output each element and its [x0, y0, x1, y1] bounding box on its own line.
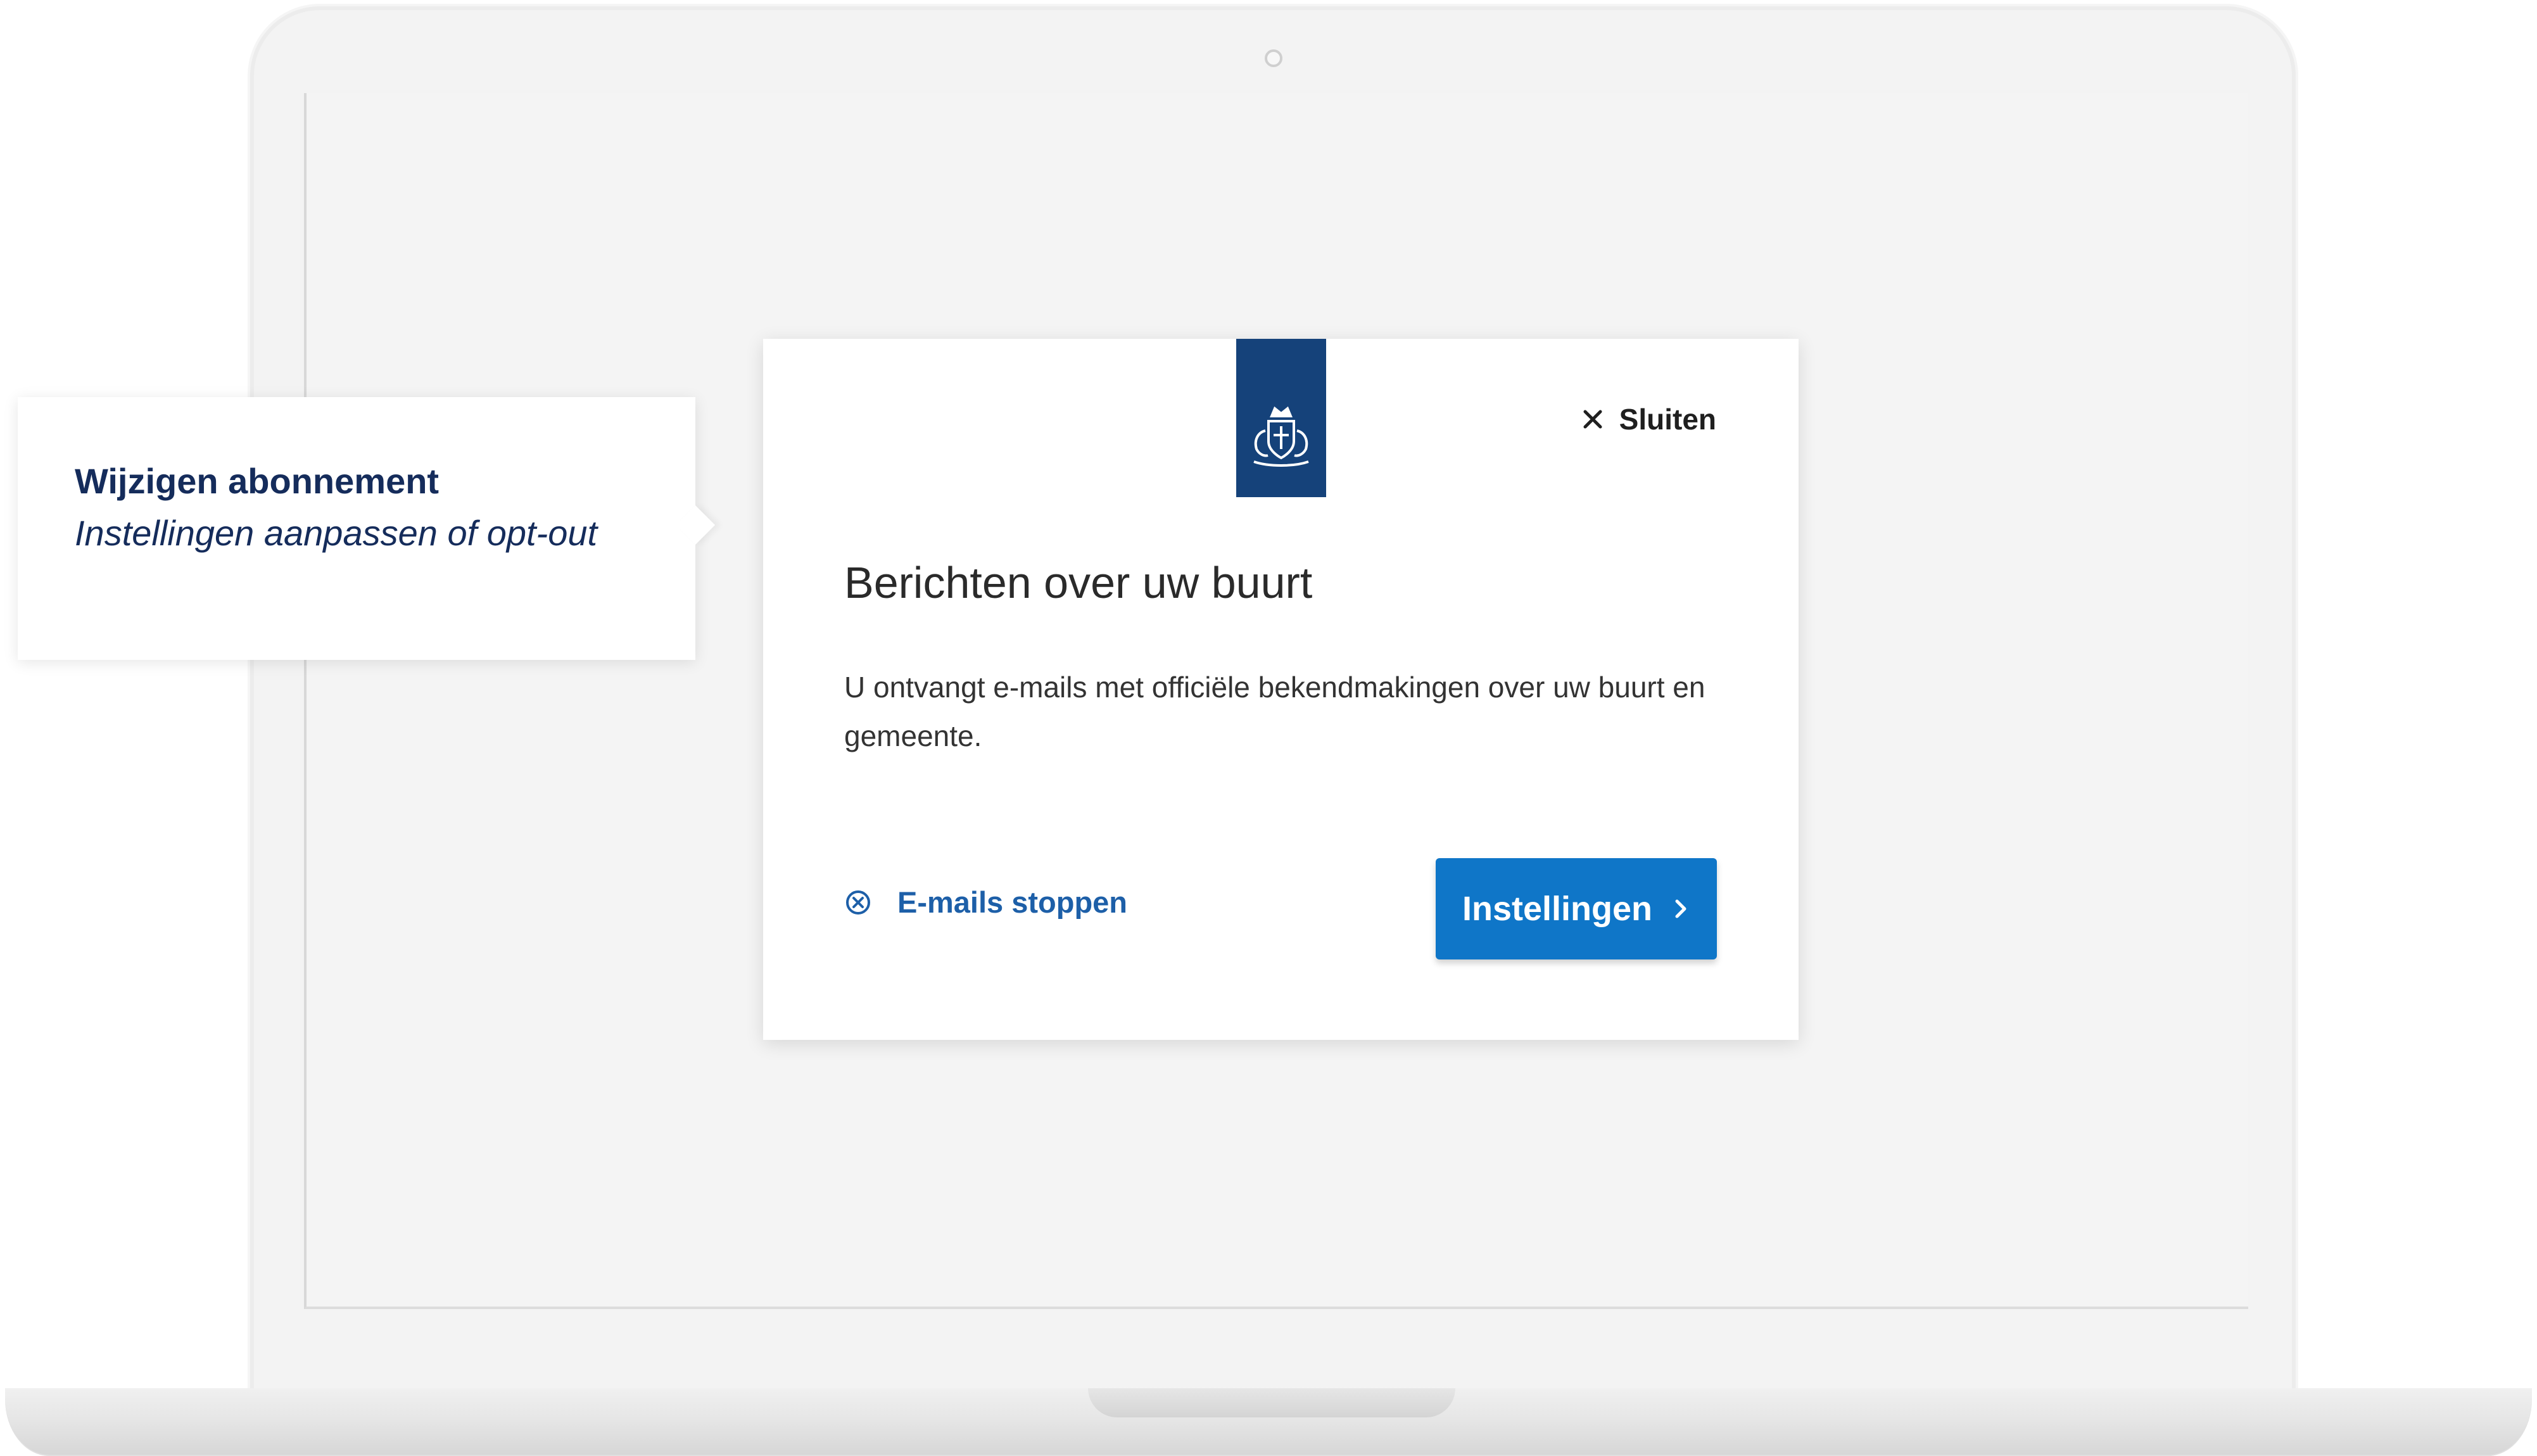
circle-x-icon: [846, 890, 870, 915]
camera-icon: [1265, 49, 1282, 67]
stop-emails-label: E-mails stoppen: [897, 885, 1128, 919]
rijksoverheid-logo: [1236, 339, 1326, 497]
close-button[interactable]: Sluiten: [1580, 402, 1716, 436]
callout-subtitle: Instellingen aanpassen of opt-out: [75, 513, 598, 553]
coat-of-arms-icon: [1253, 406, 1309, 467]
chevron-right-icon: [1675, 899, 1686, 918]
annotation-callout: Wijzigen abonnement Instellingen aanpass…: [18, 397, 695, 660]
settings-label: Instellingen: [1462, 890, 1653, 928]
subscription-dialog: Sluiten Berichten over uw buurt U ontvan…: [763, 339, 1799, 1040]
close-label: Sluiten: [1619, 403, 1716, 436]
dialog-title: Berichten over uw buurt: [844, 558, 1313, 607]
laptop-notch: [1088, 1388, 1455, 1417]
settings-button[interactable]: Instellingen: [1436, 858, 1717, 959]
page: Wijzigen abonnement Instellingen aanpass…: [0, 0, 2537, 1456]
close-icon: [1583, 410, 1602, 429]
callout-title: Wijzigen abonnement: [75, 461, 440, 501]
dialog-description: U ontvangt e-mails met officiële bekendm…: [844, 671, 1705, 752]
stop-emails-link[interactable]: E-mails stoppen: [844, 885, 1127, 920]
